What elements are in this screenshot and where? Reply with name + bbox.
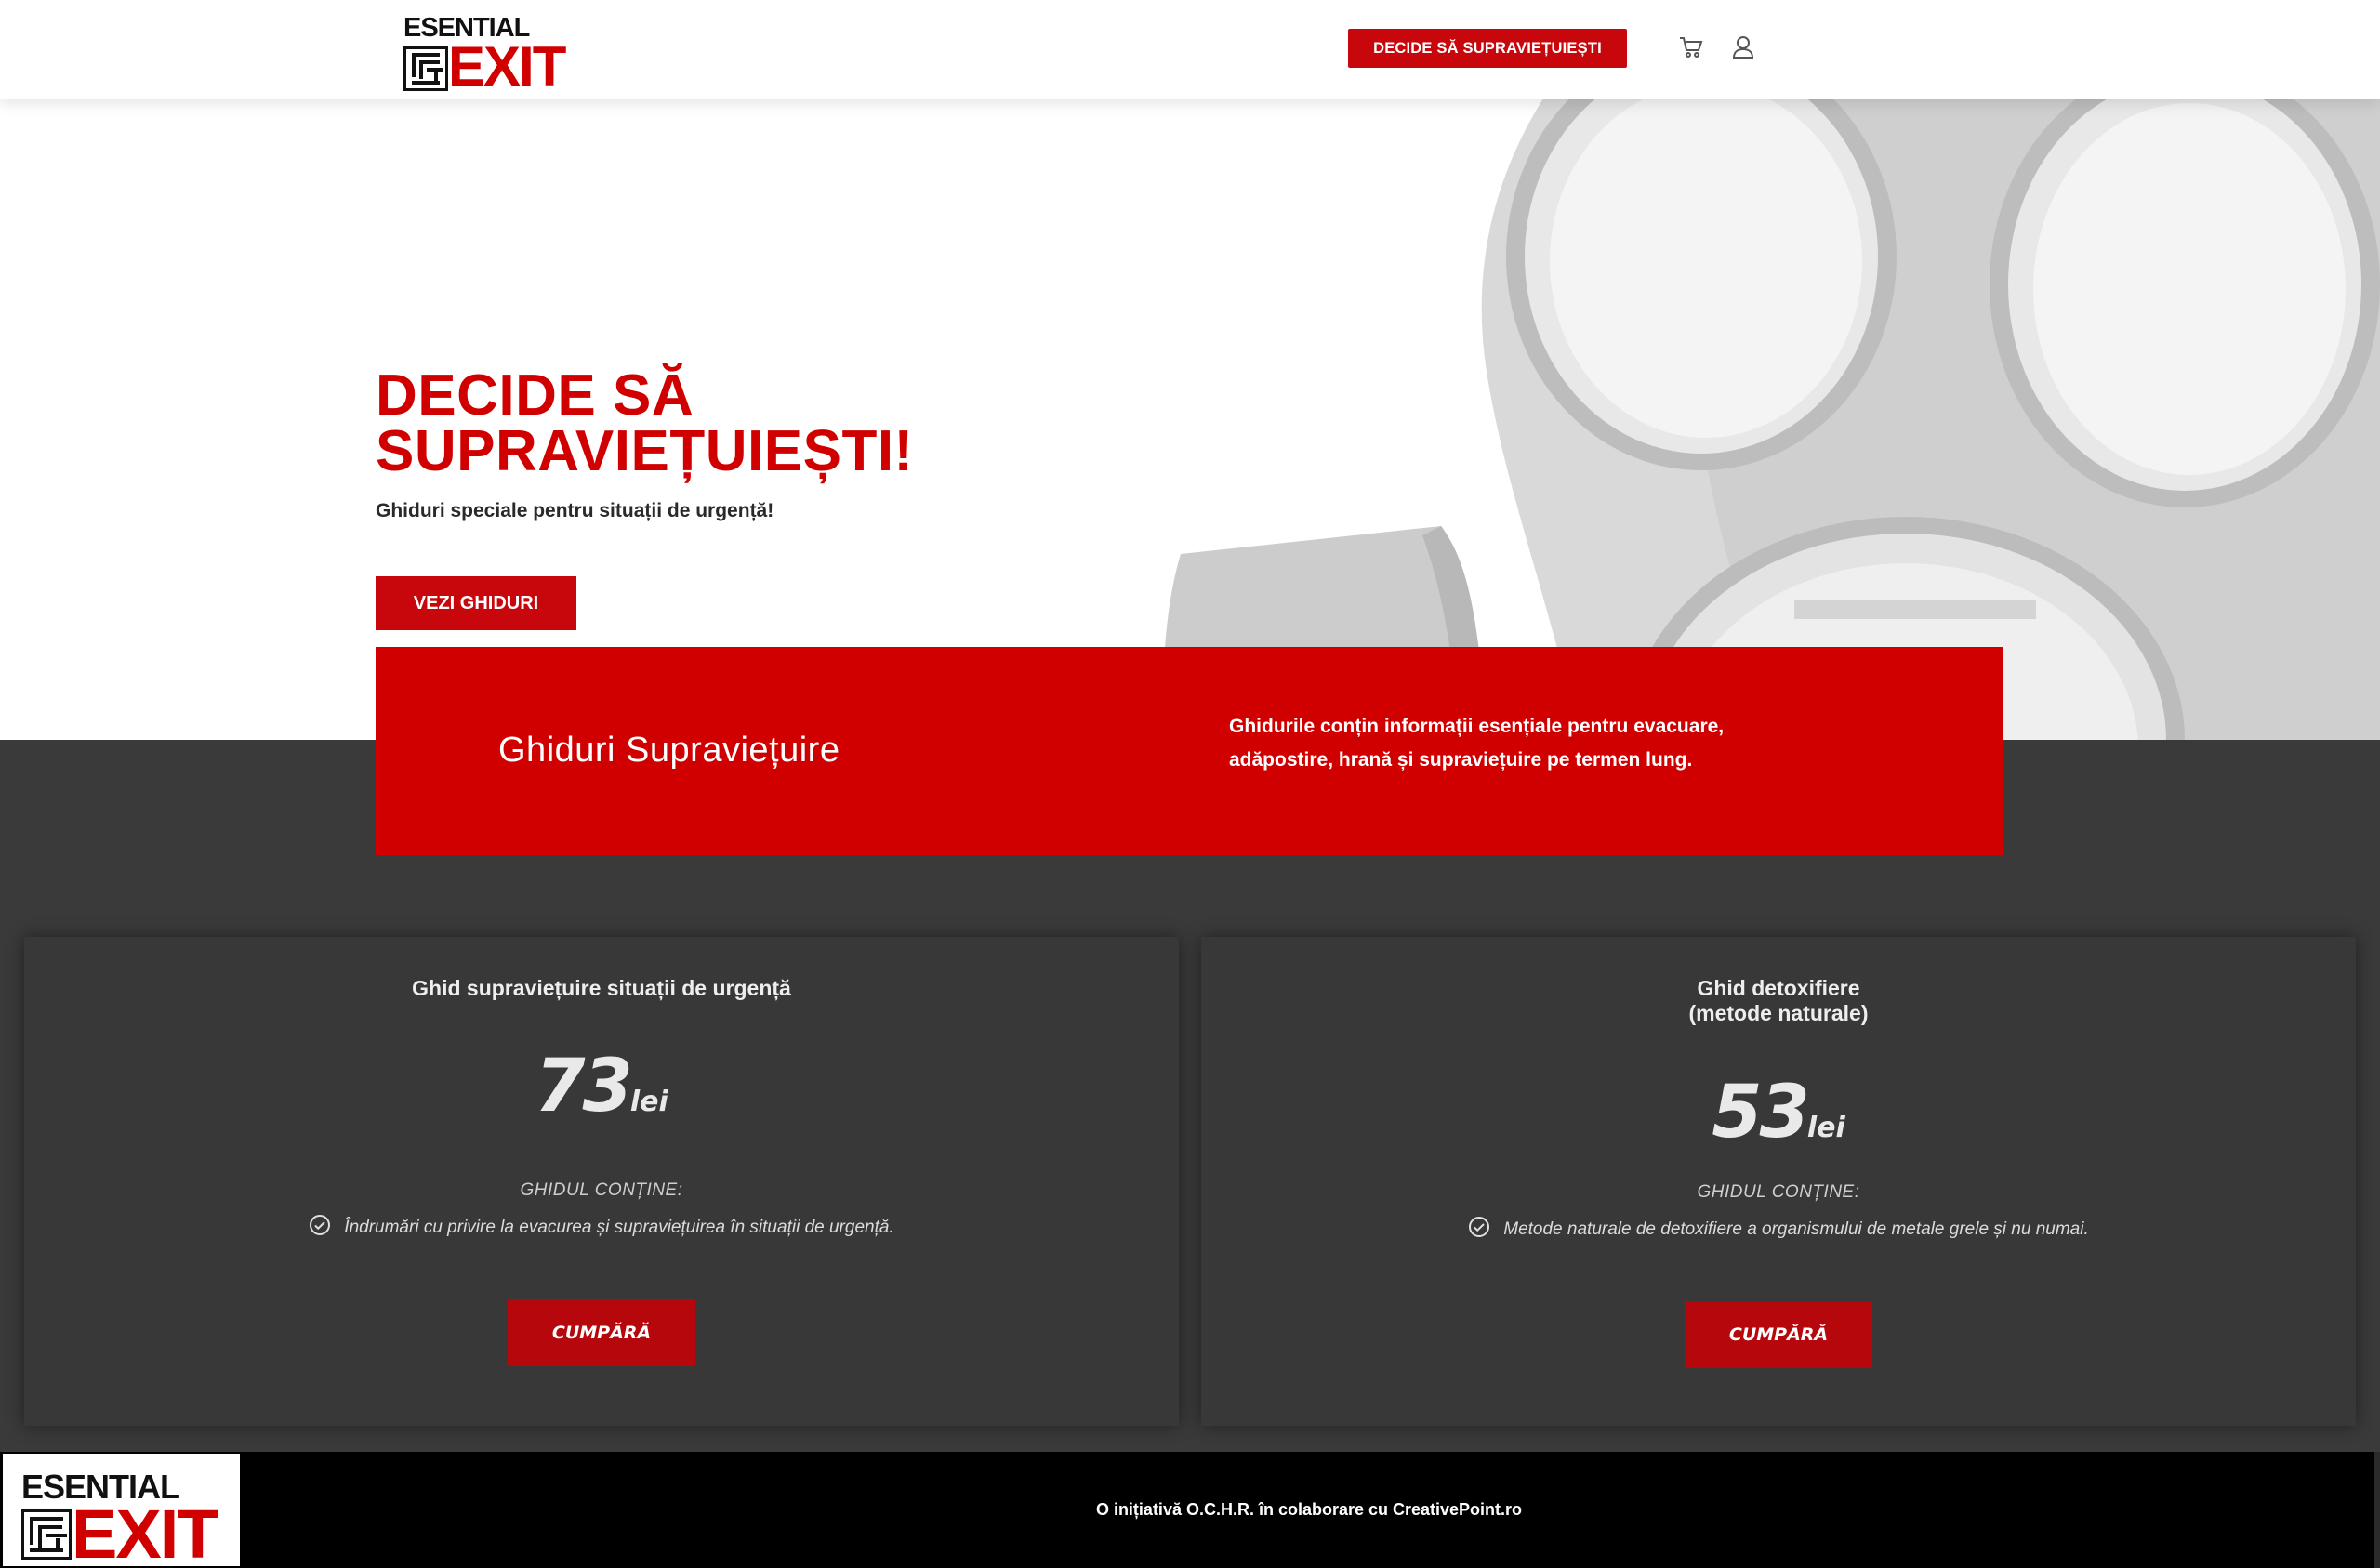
check-circle-icon (309, 1214, 331, 1242)
hero-subtitle: Ghiduri speciale pentru situații de urge… (376, 500, 774, 521)
feature-text: Îndrumări cu privire la evacurea și supr… (344, 1218, 894, 1237)
feature-item: Îndrumări cu privire la evacurea și supr… (24, 1214, 1179, 1242)
product-price: 73lei (24, 1045, 1179, 1128)
hero-title-line2: SUPRAVIEȚUIEȘTI! (376, 419, 914, 483)
logo-word-exit: EXIT (448, 35, 566, 98)
cart-icon[interactable] (1675, 32, 1707, 63)
footer-edge (2374, 1452, 2380, 1568)
site-logo[interactable]: ESENTIAL EXIT (402, 13, 569, 95)
product-title: Ghid supraviețuire situații de urgență (24, 976, 1179, 1001)
price-currency: lei (1806, 1112, 1845, 1144)
price-value: 53 (1712, 1071, 1810, 1154)
price-value: 73 (535, 1045, 633, 1128)
logo-maze-icon (403, 46, 448, 91)
product-card: Ghid detoxifiere (metode naturale) 53lei… (1201, 937, 2356, 1426)
contains-label: GHIDUL CONȚINE: (1697, 1182, 1860, 1202)
buy-button[interactable]: CUMPĂRĂ (508, 1299, 695, 1366)
product-title-line1: Ghid supraviețuire situații de urgență (412, 976, 791, 1000)
header-cta-button[interactable]: DECIDE SĂ SUPRAVIEȚUIEȘTI (1348, 29, 1627, 68)
buy-button[interactable]: CUMPĂRĂ (1685, 1301, 1872, 1368)
product-title: Ghid detoxifiere (metode naturale) (1201, 976, 2356, 1026)
footer-credits: O inițiativă O.C.H.R. în colaborare cu C… (1095, 1500, 1523, 1519)
guides-banner: Ghiduri Supraviețuire Ghidurile conțin i… (376, 647, 2003, 855)
site-header: ESENTIAL EXIT DECIDE SĂ SUPRAVIEȚUIEȘTI (0, 0, 2380, 99)
gas-mask-image (1162, 99, 2380, 740)
user-icon[interactable] (1727, 32, 1759, 63)
hero-title-line1: DECIDE SĂ (376, 363, 694, 428)
check-circle-icon (1468, 1216, 1490, 1244)
view-guides-button[interactable]: VEZI GHIDURI (376, 576, 576, 630)
banner-title: Ghiduri Supraviețuire (498, 731, 840, 770)
product-card: Ghid supraviețuire situații de urgență 7… (24, 937, 1179, 1426)
site-footer: ESENTIAL EXIT O inițiativă O.C.H.R. în c… (0, 1452, 2380, 1568)
hero-title: DECIDE SĂ SUPRAVIEȚUIEȘTI! (376, 363, 914, 483)
banner-text: Ghidurile conțin informații esențiale pe… (1229, 716, 1725, 771)
hero-section: DECIDE SĂ SUPRAVIEȚUIEȘTI! Ghiduri speci… (0, 99, 2380, 740)
price-currency: lei (629, 1086, 668, 1118)
contains-label: GHIDUL CONȚINE: (520, 1180, 683, 1200)
product-title-line2: (metode naturale) (1688, 1001, 1869, 1025)
product-price: 53lei (1201, 1071, 2356, 1154)
feature-text: Metode naturale de detoxifiere a organis… (1503, 1219, 2089, 1239)
product-title-line1: Ghid detoxifiere (1697, 976, 1860, 1000)
feature-item: Metode naturale de detoxifiere a organis… (1201, 1216, 2356, 1244)
